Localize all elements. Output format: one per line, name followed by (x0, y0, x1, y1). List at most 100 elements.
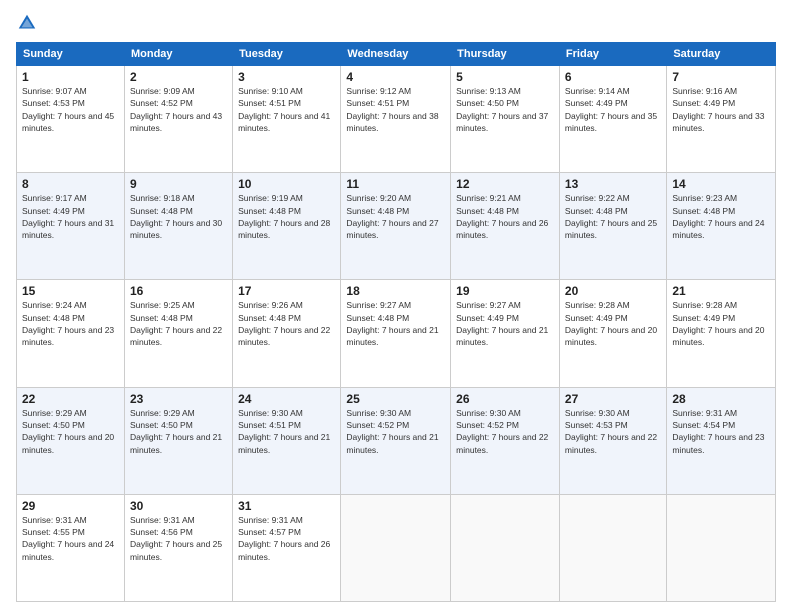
week-row-3: 15 Sunrise: 9:24 AMSunset: 4:48 PMDaylig… (17, 280, 776, 387)
calendar-cell: 27 Sunrise: 9:30 AMSunset: 4:53 PMDaylig… (559, 387, 666, 494)
weekday-header-row: SundayMondayTuesdayWednesdayThursdayFrid… (17, 43, 776, 66)
calendar-cell: 14 Sunrise: 9:23 AMSunset: 4:48 PMDaylig… (667, 173, 776, 280)
calendar-cell: 23 Sunrise: 9:29 AMSunset: 4:50 PMDaylig… (124, 387, 232, 494)
calendar-cell: 11 Sunrise: 9:20 AMSunset: 4:48 PMDaylig… (341, 173, 451, 280)
day-detail: Sunrise: 9:28 AMSunset: 4:49 PMDaylight:… (565, 300, 657, 347)
day-detail: Sunrise: 9:27 AMSunset: 4:49 PMDaylight:… (456, 300, 548, 347)
week-row-5: 29 Sunrise: 9:31 AMSunset: 4:55 PMDaylig… (17, 494, 776, 601)
day-number: 18 (346, 284, 445, 298)
calendar-cell: 21 Sunrise: 9:28 AMSunset: 4:49 PMDaylig… (667, 280, 776, 387)
page: SundayMondayTuesdayWednesdayThursdayFrid… (0, 0, 792, 612)
day-detail: Sunrise: 9:31 AMSunset: 4:56 PMDaylight:… (130, 515, 222, 562)
day-detail: Sunrise: 9:31 AMSunset: 4:57 PMDaylight:… (238, 515, 330, 562)
logo-icon (16, 12, 38, 34)
calendar-cell: 12 Sunrise: 9:21 AMSunset: 4:48 PMDaylig… (451, 173, 560, 280)
weekday-header-saturday: Saturday (667, 43, 776, 66)
calendar-cell: 13 Sunrise: 9:22 AMSunset: 4:48 PMDaylig… (559, 173, 666, 280)
day-number: 27 (565, 392, 661, 406)
day-number: 24 (238, 392, 335, 406)
day-detail: Sunrise: 9:28 AMSunset: 4:49 PMDaylight:… (672, 300, 764, 347)
day-number: 9 (130, 177, 227, 191)
day-detail: Sunrise: 9:26 AMSunset: 4:48 PMDaylight:… (238, 300, 330, 347)
day-number: 10 (238, 177, 335, 191)
week-row-4: 22 Sunrise: 9:29 AMSunset: 4:50 PMDaylig… (17, 387, 776, 494)
day-number: 16 (130, 284, 227, 298)
calendar-cell: 6 Sunrise: 9:14 AMSunset: 4:49 PMDayligh… (559, 66, 666, 173)
day-number: 20 (565, 284, 661, 298)
day-detail: Sunrise: 9:31 AMSunset: 4:55 PMDaylight:… (22, 515, 114, 562)
day-number: 7 (672, 70, 770, 84)
day-number: 21 (672, 284, 770, 298)
day-detail: Sunrise: 9:07 AMSunset: 4:53 PMDaylight:… (22, 86, 114, 133)
day-detail: Sunrise: 9:16 AMSunset: 4:49 PMDaylight:… (672, 86, 764, 133)
day-detail: Sunrise: 9:29 AMSunset: 4:50 PMDaylight:… (130, 408, 222, 455)
day-detail: Sunrise: 9:27 AMSunset: 4:48 PMDaylight:… (346, 300, 438, 347)
day-detail: Sunrise: 9:20 AMSunset: 4:48 PMDaylight:… (346, 193, 438, 240)
calendar-cell: 26 Sunrise: 9:30 AMSunset: 4:52 PMDaylig… (451, 387, 560, 494)
calendar-cell: 17 Sunrise: 9:26 AMSunset: 4:48 PMDaylig… (233, 280, 341, 387)
calendar-cell: 4 Sunrise: 9:12 AMSunset: 4:51 PMDayligh… (341, 66, 451, 173)
calendar-cell: 31 Sunrise: 9:31 AMSunset: 4:57 PMDaylig… (233, 494, 341, 601)
day-detail: Sunrise: 9:10 AMSunset: 4:51 PMDaylight:… (238, 86, 330, 133)
day-detail: Sunrise: 9:23 AMSunset: 4:48 PMDaylight:… (672, 193, 764, 240)
day-number: 2 (130, 70, 227, 84)
day-number: 4 (346, 70, 445, 84)
weekday-header-thursday: Thursday (451, 43, 560, 66)
calendar-cell: 1 Sunrise: 9:07 AMSunset: 4:53 PMDayligh… (17, 66, 125, 173)
calendar-cell: 28 Sunrise: 9:31 AMSunset: 4:54 PMDaylig… (667, 387, 776, 494)
weekday-header-sunday: Sunday (17, 43, 125, 66)
calendar-cell (341, 494, 451, 601)
calendar-cell (667, 494, 776, 601)
calendar-cell: 16 Sunrise: 9:25 AMSunset: 4:48 PMDaylig… (124, 280, 232, 387)
day-detail: Sunrise: 9:13 AMSunset: 4:50 PMDaylight:… (456, 86, 548, 133)
calendar-cell: 8 Sunrise: 9:17 AMSunset: 4:49 PMDayligh… (17, 173, 125, 280)
day-detail: Sunrise: 9:22 AMSunset: 4:48 PMDaylight:… (565, 193, 657, 240)
calendar-cell: 20 Sunrise: 9:28 AMSunset: 4:49 PMDaylig… (559, 280, 666, 387)
calendar-cell: 29 Sunrise: 9:31 AMSunset: 4:55 PMDaylig… (17, 494, 125, 601)
day-detail: Sunrise: 9:29 AMSunset: 4:50 PMDaylight:… (22, 408, 114, 455)
calendar-cell: 7 Sunrise: 9:16 AMSunset: 4:49 PMDayligh… (667, 66, 776, 173)
calendar-cell: 25 Sunrise: 9:30 AMSunset: 4:52 PMDaylig… (341, 387, 451, 494)
day-number: 23 (130, 392, 227, 406)
day-number: 11 (346, 177, 445, 191)
calendar-cell: 10 Sunrise: 9:19 AMSunset: 4:48 PMDaylig… (233, 173, 341, 280)
calendar-cell: 22 Sunrise: 9:29 AMSunset: 4:50 PMDaylig… (17, 387, 125, 494)
day-detail: Sunrise: 9:14 AMSunset: 4:49 PMDaylight:… (565, 86, 657, 133)
day-number: 25 (346, 392, 445, 406)
day-detail: Sunrise: 9:19 AMSunset: 4:48 PMDaylight:… (238, 193, 330, 240)
day-number: 8 (22, 177, 119, 191)
day-number: 15 (22, 284, 119, 298)
weekday-header-wednesday: Wednesday (341, 43, 451, 66)
day-detail: Sunrise: 9:25 AMSunset: 4:48 PMDaylight:… (130, 300, 222, 347)
calendar-table: SundayMondayTuesdayWednesdayThursdayFrid… (16, 42, 776, 602)
day-detail: Sunrise: 9:21 AMSunset: 4:48 PMDaylight:… (456, 193, 548, 240)
calendar-cell (559, 494, 666, 601)
calendar-cell: 5 Sunrise: 9:13 AMSunset: 4:50 PMDayligh… (451, 66, 560, 173)
calendar-cell: 19 Sunrise: 9:27 AMSunset: 4:49 PMDaylig… (451, 280, 560, 387)
day-detail: Sunrise: 9:31 AMSunset: 4:54 PMDaylight:… (672, 408, 764, 455)
day-detail: Sunrise: 9:17 AMSunset: 4:49 PMDaylight:… (22, 193, 114, 240)
day-number: 26 (456, 392, 554, 406)
header (16, 12, 776, 34)
day-detail: Sunrise: 9:12 AMSunset: 4:51 PMDaylight:… (346, 86, 438, 133)
calendar-cell: 24 Sunrise: 9:30 AMSunset: 4:51 PMDaylig… (233, 387, 341, 494)
day-number: 3 (238, 70, 335, 84)
calendar-cell: 2 Sunrise: 9:09 AMSunset: 4:52 PMDayligh… (124, 66, 232, 173)
weekday-header-tuesday: Tuesday (233, 43, 341, 66)
calendar-cell: 9 Sunrise: 9:18 AMSunset: 4:48 PMDayligh… (124, 173, 232, 280)
day-number: 28 (672, 392, 770, 406)
day-detail: Sunrise: 9:30 AMSunset: 4:53 PMDaylight:… (565, 408, 657, 455)
calendar-cell (451, 494, 560, 601)
calendar-cell: 30 Sunrise: 9:31 AMSunset: 4:56 PMDaylig… (124, 494, 232, 601)
week-row-1: 1 Sunrise: 9:07 AMSunset: 4:53 PMDayligh… (17, 66, 776, 173)
day-number: 29 (22, 499, 119, 513)
calendar-cell: 3 Sunrise: 9:10 AMSunset: 4:51 PMDayligh… (233, 66, 341, 173)
day-detail: Sunrise: 9:24 AMSunset: 4:48 PMDaylight:… (22, 300, 114, 347)
day-number: 6 (565, 70, 661, 84)
logo (16, 12, 42, 34)
weekday-header-monday: Monday (124, 43, 232, 66)
day-number: 19 (456, 284, 554, 298)
calendar-cell: 15 Sunrise: 9:24 AMSunset: 4:48 PMDaylig… (17, 280, 125, 387)
day-detail: Sunrise: 9:18 AMSunset: 4:48 PMDaylight:… (130, 193, 222, 240)
calendar-cell: 18 Sunrise: 9:27 AMSunset: 4:48 PMDaylig… (341, 280, 451, 387)
